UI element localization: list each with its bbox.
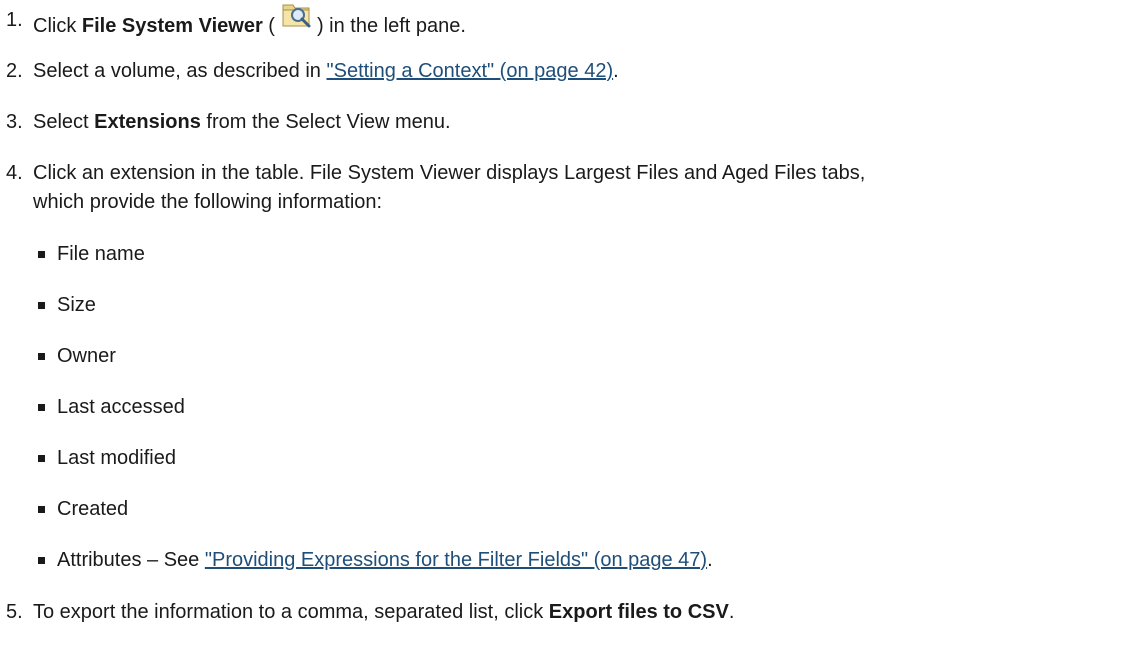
list-item-label: Created — [57, 498, 129, 520]
ui-label-export-files-to-csv: Export files to CSV — [548, 601, 729, 623]
step-text: ) in the left pane. — [316, 15, 466, 37]
list-item-label: Attributes – See — [57, 549, 205, 571]
bullet-icon — [38, 404, 45, 411]
step-number: 4. — [6, 162, 23, 184]
link-providing-expressions[interactable]: "Providing Expressions for the Filter Fi… — [205, 549, 707, 571]
list-item-label: . — [707, 549, 713, 571]
step-text: Select a volume, as described in — [33, 60, 327, 82]
file-system-viewer-icon — [281, 4, 313, 38]
document-page: 1. Click File System Viewer ( ) in the l… — [0, 0, 1130, 658]
step-text: ( — [262, 15, 275, 37]
list-item-label: File name — [57, 243, 145, 265]
ui-label-file-system-viewer: File System Viewer — [81, 15, 263, 37]
step-text: . — [728, 601, 735, 623]
bullet-icon — [38, 455, 45, 462]
link-setting-a-context[interactable]: "Setting a Context" (on page 42) — [327, 60, 614, 82]
bullet-icon — [38, 353, 45, 360]
bullet-icon — [38, 557, 45, 564]
step-text: from the Select View menu. — [200, 111, 451, 133]
list-item-label: Last modified — [57, 447, 176, 469]
step-text: which provide the following information: — [33, 191, 383, 213]
step-number: 2. — [6, 60, 23, 82]
ui-label-extensions: Extensions — [94, 111, 201, 133]
bullet-icon — [38, 251, 45, 258]
list-item-label: Last accessed — [57, 396, 185, 418]
step-number: 5. — [6, 601, 23, 623]
step-text: . — [613, 60, 619, 82]
list-item-label: Size — [57, 294, 96, 316]
bullet-icon — [38, 302, 45, 309]
list-item-label: Owner — [57, 345, 116, 367]
step-number: 1. — [6, 9, 23, 31]
step-text: Select — [33, 111, 95, 133]
step-text: Click — [33, 15, 82, 37]
bullet-icon — [38, 506, 45, 513]
step-number: 3. — [6, 111, 23, 133]
step-text: Click an extension in the table. File Sy… — [33, 162, 866, 184]
step-text: To export the information to a comma, se… — [33, 601, 549, 623]
